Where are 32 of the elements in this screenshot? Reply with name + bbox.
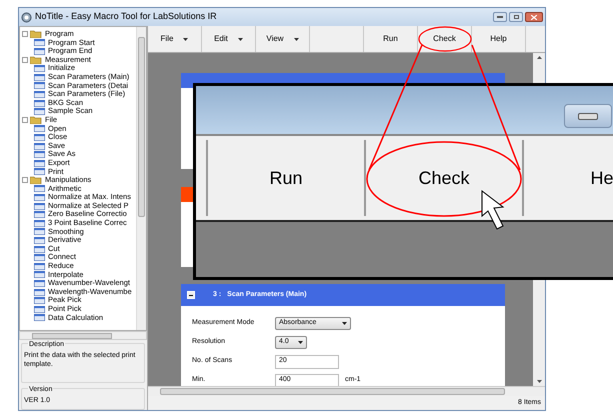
- scrollbar[interactable]: [19, 331, 147, 340]
- minimize-button[interactable]: [564, 104, 612, 128]
- scroll-down-icon[interactable]: [536, 380, 542, 383]
- close-button[interactable]: [525, 12, 543, 22]
- close-icon[interactable]: [531, 14, 537, 20]
- scrollbar[interactable]: [148, 386, 545, 396]
- caret-icon[interactable]: [342, 322, 347, 325]
- folder-icon: [30, 30, 43, 38]
- folder-icon: [30, 116, 43, 124]
- caret-icon[interactable]: [298, 341, 303, 344]
- caret-icon[interactable]: [183, 38, 188, 40]
- toolbar-button[interactable]: Check: [418, 164, 470, 192]
- toolbar-button[interactable]: He: [590, 164, 613, 192]
- menu-button[interactable]: View: [266, 33, 284, 45]
- folder-icon: [30, 56, 43, 64]
- minimize-button[interactable]: [493, 12, 507, 22]
- scrollbar[interactable]: [136, 27, 146, 330]
- toolbar-button[interactable]: Run: [383, 33, 398, 45]
- cursor-icon: [482, 190, 504, 230]
- window-title: NoTitle - Easy Macro Tool for LabSolutions IR: [35, 10, 217, 24]
- folder-icon: [30, 176, 43, 184]
- toolbar-button[interactable]: Help: [490, 33, 507, 45]
- toolbar-button[interactable]: Check: [433, 33, 456, 45]
- app-icon: [21, 12, 32, 22]
- menu-button[interactable]: File: [160, 33, 174, 45]
- document-icon: [34, 185, 45, 192]
- caret-icon[interactable]: [294, 38, 299, 40]
- toolbar-button[interactable]: Run: [269, 164, 303, 192]
- caret-icon[interactable]: [238, 38, 243, 40]
- menu-button[interactable]: Edit: [214, 33, 228, 45]
- maximize-button[interactable]: [509, 12, 523, 22]
- scroll-up-icon[interactable]: [536, 56, 542, 59]
